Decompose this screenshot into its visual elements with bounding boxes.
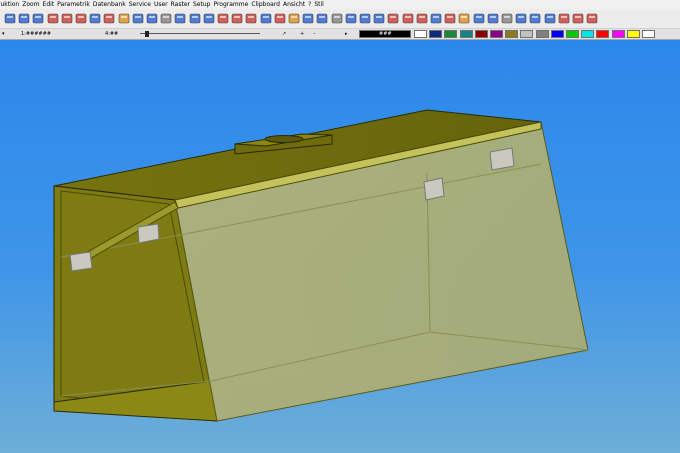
view-icon[interactable]	[528, 11, 542, 26]
view-icon[interactable]	[543, 11, 557, 26]
layer-icon[interactable]	[472, 11, 486, 26]
solid-icon[interactable]	[443, 11, 457, 26]
color-swatch-text: ###	[379, 31, 392, 37]
menu-item[interactable]: Setup	[193, 0, 210, 9]
solid-icon[interactable]	[259, 11, 273, 26]
menu-item[interactable]: Zoom	[22, 0, 39, 9]
menu-item[interactable]: Edit	[43, 0, 55, 9]
view-icon[interactable]	[514, 11, 528, 26]
bracket	[69, 251, 93, 272]
color-swatch[interactable]	[429, 30, 443, 38]
redo-icon[interactable]	[31, 11, 45, 26]
light-icon[interactable]	[117, 11, 131, 26]
color-swatch[interactable]	[520, 30, 534, 38]
color-swatch[interactable]	[459, 30, 473, 38]
view-icon[interactable]	[173, 11, 187, 26]
tool-icon[interactable]	[88, 11, 102, 26]
cone-icon[interactable]	[571, 11, 585, 26]
menu-item[interactable]: Stil	[314, 0, 324, 9]
menu-bar: ruktion Zoom Edit Parametrik Datenbank Servic…	[0, 0, 680, 9]
dropdown-icon[interactable]: ▾	[2, 29, 5, 39]
layer-icon[interactable]	[457, 11, 471, 26]
grid-icon[interactable]	[46, 11, 60, 26]
status-field-scale[interactable]: 1:######	[21, 29, 51, 39]
menu-item[interactable]: ruktion	[0, 0, 19, 9]
color-swatch[interactable]	[535, 30, 549, 38]
cylinder-icon[interactable]	[330, 11, 344, 26]
export-icon[interactable]	[500, 11, 514, 26]
color-swatch[interactable]	[611, 30, 625, 38]
trim-icon[interactable]	[102, 11, 116, 26]
3d-model	[53, 109, 589, 422]
color-swatch[interactable]	[490, 30, 503, 38]
status-bar: ▾ 1:###### 4:## ↗ + – ▸ ###	[0, 29, 680, 40]
color-swatch[interactable]	[626, 30, 640, 38]
menu-item[interactable]: Programme	[213, 0, 248, 9]
menu-item[interactable]: ?	[308, 0, 311, 9]
doc-icon[interactable]	[401, 11, 415, 26]
color-swatch[interactable]	[642, 30, 655, 38]
inlet-hole	[264, 135, 304, 143]
doc-icon[interactable]	[358, 11, 372, 26]
color-swatch[interactable]	[596, 30, 610, 38]
menu-item[interactable]: Clipboard	[251, 0, 280, 9]
sheet-icon[interactable]	[386, 11, 400, 26]
color-swatch[interactable]	[474, 30, 488, 38]
doc-icon[interactable]	[415, 11, 429, 26]
3d-icon[interactable]	[188, 11, 202, 26]
pin-icon[interactable]	[585, 11, 599, 26]
cylinder-icon[interactable]	[287, 11, 301, 26]
color-swatch-current[interactable]: ###	[359, 30, 411, 38]
bracket	[489, 147, 515, 171]
print-icon[interactable]	[486, 11, 500, 26]
pipe-icon[interactable]	[273, 11, 287, 26]
doc-icon[interactable]	[344, 11, 358, 26]
3d-icon[interactable]	[202, 11, 216, 26]
cylinder-icon[interactable]	[301, 11, 315, 26]
select-icon[interactable]	[3, 11, 17, 26]
menu-item[interactable]: Datenbank	[93, 0, 126, 9]
opcl-icon[interactable]	[372, 11, 386, 26]
measure-icon[interactable]	[60, 11, 74, 26]
color-arrow-icon[interactable]: ▸	[345, 29, 348, 39]
select-icon[interactable]	[145, 11, 159, 26]
menu-item[interactable]: Service	[129, 0, 151, 9]
plus-icon[interactable]: +	[300, 29, 304, 39]
solid-icon[interactable]	[244, 11, 258, 26]
main-toolbar	[0, 9, 680, 29]
3d-viewport[interactable]	[0, 40, 680, 453]
bracket	[423, 177, 445, 201]
direction-icon[interactable]: ↗	[282, 29, 286, 39]
menu-item[interactable]: Parametrik	[57, 0, 90, 9]
snap-icon[interactable]	[557, 11, 571, 26]
menu-item[interactable]: Raster	[171, 0, 190, 9]
cube-icon[interactable]	[230, 11, 244, 26]
wrench-icon[interactable]	[159, 11, 173, 26]
cylinder-icon[interactable]	[315, 11, 329, 26]
color-swatch[interactable]	[550, 30, 564, 38]
color-swatch[interactable]	[414, 30, 427, 38]
color-swatch[interactable]	[444, 30, 458, 38]
3d-icon[interactable]	[216, 11, 230, 26]
color-swatch[interactable]	[566, 30, 579, 38]
render-icon[interactable]	[429, 11, 443, 26]
color-swatch[interactable]	[581, 30, 595, 38]
undo-icon[interactable]	[17, 11, 31, 26]
slider-track[interactable]	[140, 30, 260, 38]
menu-item[interactable]: User	[154, 0, 168, 9]
menu-item[interactable]: Ansicht	[283, 0, 305, 9]
measure-icon[interactable]	[74, 11, 88, 26]
minus-icon[interactable]: –	[313, 29, 316, 39]
tool-icon[interactable]	[131, 11, 145, 26]
status-field-layer[interactable]: 4:##	[105, 29, 118, 39]
color-swatch[interactable]	[505, 30, 519, 38]
